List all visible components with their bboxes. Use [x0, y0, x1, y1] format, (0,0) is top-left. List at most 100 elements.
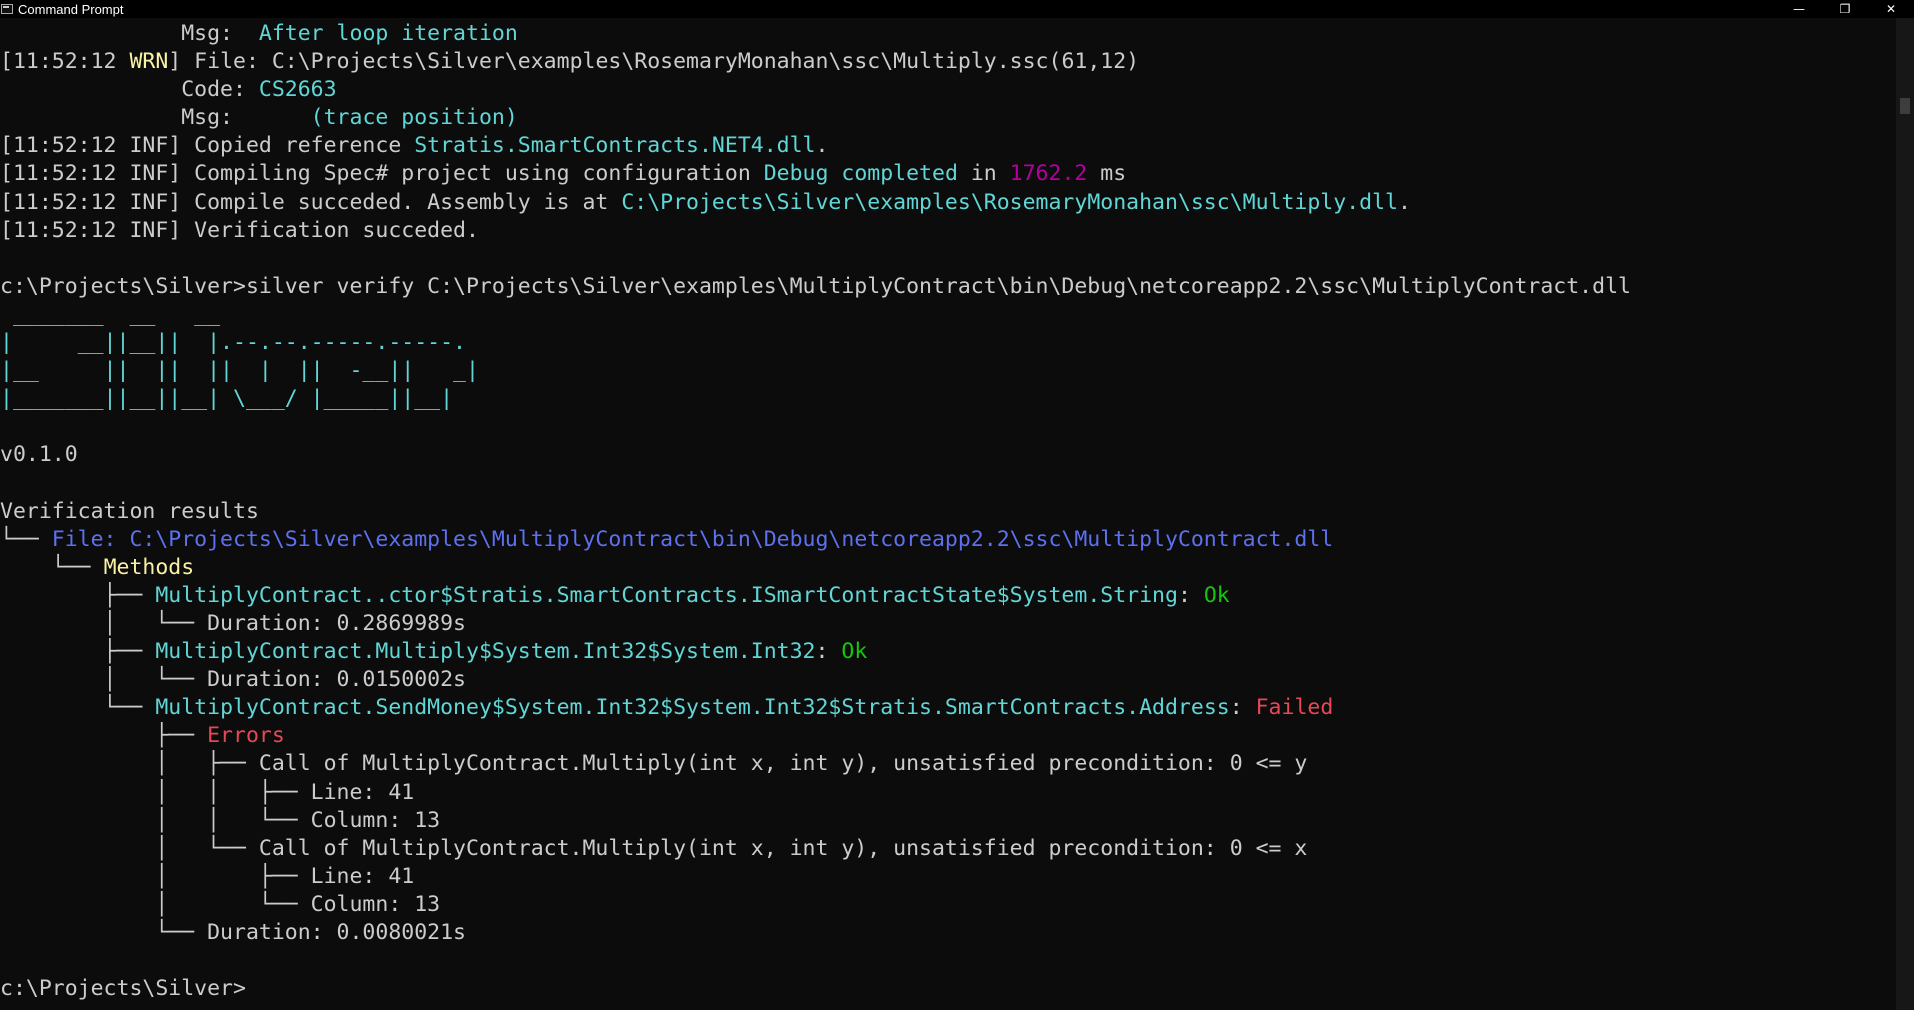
vertical-scrollbar[interactable]: [1896, 18, 1914, 1010]
scrollbar-thumb[interactable]: [1900, 98, 1910, 114]
console-text: :: [1177, 582, 1204, 608]
console-line: └── Duration: 0.0080021s: [0, 919, 1896, 947]
console-text: └── Duration: 0.0080021s: [0, 920, 466, 945]
console-line: ├── Errors: [0, 722, 1896, 750]
console-line: └── MultiplyContract.SendMoney$System.In…: [0, 694, 1896, 722]
restore-button[interactable]: ❐: [1822, 0, 1868, 18]
console-line: c:\Projects\Silver>: [0, 975, 1896, 1003]
console-text: C:\Projects\Silver\examples\RosemaryMona…: [621, 189, 1398, 215]
console-text: |__ || || || | || -__|| _|: [0, 358, 479, 384]
console-line: [11:52:12 WRN] File: C:\Projects\Silver\…: [0, 48, 1896, 76]
console-text: c:\Projects\Silver>silver verify C:\Proj…: [0, 273, 1631, 299]
minimize-icon: —: [1793, 2, 1805, 16]
console-text: Failed: [1255, 695, 1334, 721]
console-text: [11:52:12: [0, 49, 130, 75]
close-button[interactable]: ✕: [1868, 0, 1914, 18]
console-text: File: C:\Projects\Silver\examples\Multip…: [51, 526, 1334, 552]
console-text: Ok: [1203, 582, 1230, 608]
console-line: └── File: C:\Projects\Silver\examples\Mu…: [0, 526, 1896, 554]
window-title: Command Prompt: [18, 1, 124, 17]
console-text: │ └── Duration: 0.0150002s: [0, 667, 466, 693]
console-text: [11:52:12 INF] Compile succeded. Assembl…: [0, 189, 622, 215]
restore-icon: ❐: [1839, 2, 1851, 16]
console-text: │ │ └── Column: 13: [0, 807, 441, 833]
console-text: └──: [0, 695, 156, 721]
console-text: | __||__|| |.--.--.-----.-----.: [0, 330, 466, 356]
console-text: └──: [0, 526, 52, 552]
console-text: │ └── Call of MultiplyContract.Multiply(…: [0, 835, 1308, 861]
console-text: [11:52:12 INF] Compiling Spec# project u…: [0, 161, 764, 187]
console-line: v0.1.0: [0, 441, 1896, 469]
console-text: CS2663: [258, 77, 337, 103]
console-text: :: [815, 639, 842, 665]
console-line: Msg: (trace position): [0, 104, 1896, 132]
console-output[interactable]: Msg: After loop iteration [11:52:12 WRN] …: [0, 20, 1896, 1010]
console-text: Msg:: [0, 105, 311, 131]
console-line: [11:52:12 INF] Compile succeded. Assembl…: [0, 189, 1896, 217]
console-line: _______ __ __: [0, 301, 1896, 329]
window-controls: — ❐ ✕: [1776, 0, 1914, 18]
console-text: .: [815, 133, 829, 159]
console-line: |__ || || || | || -__|| _|: [0, 357, 1896, 385]
minimize-button[interactable]: —: [1776, 0, 1822, 18]
console-line: ├── MultiplyContract..ctor$Stratis.Smart…: [0, 582, 1896, 610]
console-text: .: [1397, 189, 1411, 215]
console-text: ├──: [0, 639, 156, 665]
console-text: MultiplyContract.Multiply$System.Int32$S…: [155, 639, 816, 665]
console-line: │ ├── Line: 41: [0, 863, 1896, 891]
console-text: WRN: [129, 49, 169, 75]
console-line: │ └── Call of MultiplyContract.Multiply(…: [0, 835, 1896, 863]
console-text: |_______||__||__| \___/ |_____||__|: [0, 386, 454, 412]
console-text: ] File: C:\Projects\Silver\examples\Rose…: [168, 49, 1140, 75]
console-text: │ └── Duration: 0.2869989s: [0, 610, 466, 636]
console-text: │ ├── Call of MultiplyContract.Multiply(…: [0, 751, 1308, 777]
title-bar[interactable]: Command Prompt — ❐ ✕: [0, 0, 1914, 18]
console-line: │ └── Column: 13: [0, 891, 1896, 919]
console-text: └──: [0, 554, 104, 580]
console-text: v0.1.0: [0, 442, 78, 468]
console-text: ms: [1087, 161, 1127, 187]
console-line: [11:52:12 INF] Compiling Spec# project u…: [0, 160, 1896, 188]
console-text: _______ __ __: [0, 301, 221, 327]
console-text: completed: [841, 161, 958, 187]
console-text: Verification results: [0, 498, 259, 524]
console-text: [11:52:12 INF] Copied reference: [0, 133, 415, 159]
console-text: Methods: [103, 554, 195, 580]
console-text: c:\Projects\Silver>: [0, 976, 246, 1002]
console-text: Errors: [207, 723, 285, 749]
console-line: |_______||__||__| \___/ |_____||__|: [0, 385, 1896, 413]
console-text: Ok: [841, 639, 868, 665]
console-text: MultiplyContract.SendMoney$System.Int32$…: [155, 695, 1230, 721]
console-text: Stratis.SmartContracts.NET4.dll: [414, 133, 816, 159]
console-text: │ ├── Line: 41: [0, 863, 415, 889]
console-text: ├──: [0, 582, 156, 608]
console-line: Code: CS2663: [0, 76, 1896, 104]
console-line: Msg: After loop iteration: [0, 20, 1896, 48]
console-text: (trace position): [310, 105, 518, 131]
console-text: [11:52:12 INF] Verification succeded.: [0, 217, 479, 243]
console-text: :: [1229, 695, 1256, 721]
console-line: │ ├── Call of MultiplyContract.Multiply(…: [0, 750, 1896, 778]
console-line: ├── MultiplyContract.Multiply$System.Int…: [0, 638, 1896, 666]
console-text: MultiplyContract..ctor$Stratis.SmartCont…: [155, 582, 1178, 608]
console-text: │ └── Column: 13: [0, 891, 441, 917]
console-text: ├──: [0, 723, 208, 749]
console-text: Code:: [0, 77, 259, 103]
console-text: After loop iteration: [258, 21, 518, 46]
console-line: │ │ ├── Line: 41: [0, 779, 1896, 807]
console-line: [11:52:12 INF] Verification succeded.: [0, 217, 1896, 245]
console-line: │ └── Duration: 0.2869989s: [0, 610, 1896, 638]
console-line: └── Methods: [0, 554, 1896, 582]
console-text: │ │ ├── Line: 41: [0, 779, 415, 805]
console-line: | __||__|| |.--.--.-----.-----.: [0, 329, 1896, 357]
cmd-icon: [1, 4, 13, 14]
console-text: 1762.2: [1009, 161, 1088, 187]
console-line: │ │ └── Column: 13: [0, 807, 1896, 835]
console-line: Verification results: [0, 498, 1896, 526]
console-line: │ └── Duration: 0.0150002s: [0, 666, 1896, 694]
